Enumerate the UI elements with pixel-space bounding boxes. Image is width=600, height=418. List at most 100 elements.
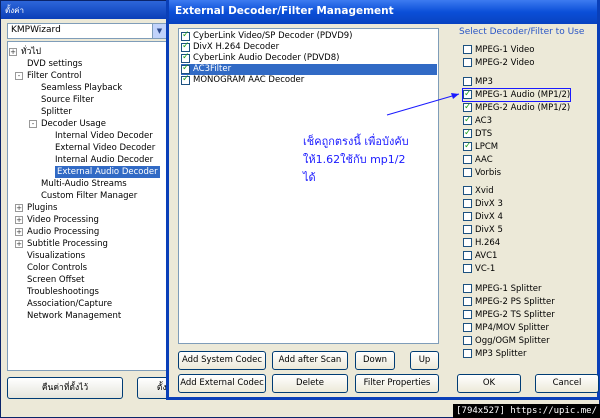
decoder-option[interactable]: MP3 Splitter (463, 348, 526, 360)
filter-row[interactable]: CyberLink Video/SP Decoder (PDVD9) (181, 30, 437, 42)
preset-combo[interactable]: KMPWizard ▼ (7, 23, 167, 39)
decoder-option-checkbox[interactable] (463, 45, 472, 54)
filter-row[interactable]: DivX H.264 Decoder (181, 41, 437, 53)
tree-item[interactable]: Internal Video Decoder (55, 130, 153, 142)
decoder-option-checkbox[interactable] (463, 77, 472, 86)
decoder-option[interactable]: Xvid (463, 185, 494, 197)
decoder-option[interactable]: MPEG-2 PS Splitter (463, 296, 555, 308)
tree-item[interactable]: Video Processing (27, 214, 99, 226)
tree-item[interactable]: Splitter (41, 106, 72, 118)
filter-checkbox[interactable] (181, 52, 190, 63)
collapse-icon[interactable]: - (29, 120, 37, 128)
filter-list[interactable]: เช็คถูกตรงนี้ เพื่อบังคับ ให้1.62ใช้กับ … (178, 28, 439, 344)
tree-item[interactable]: Troubleshootings (27, 286, 99, 298)
decoder-option[interactable]: LPCM (463, 140, 498, 153)
decoder-option-checkbox[interactable] (463, 88, 472, 100)
tree-item[interactable]: Multi-Audio Streams (41, 178, 127, 190)
decoder-option[interactable]: AC3 (463, 114, 492, 127)
filter-row[interactable]: MONOGRAM AAC Decoder (181, 74, 437, 86)
decoder-option-checkbox[interactable] (463, 251, 472, 260)
decoder-option[interactable]: MP3 (463, 76, 493, 88)
filter-properties-button[interactable]: Filter Properties (355, 374, 439, 393)
decoder-option[interactable]: DTS (463, 127, 492, 140)
cancel-button[interactable]: Cancel (535, 374, 599, 393)
filter-checkbox[interactable] (181, 41, 190, 52)
decoder-option-checkbox[interactable] (463, 155, 472, 164)
reset-defaults-button[interactable]: คืนค่าที่ตั้งไว้ (7, 377, 123, 399)
add-system-codec-button[interactable]: Add System Codec (178, 351, 266, 370)
expand-icon[interactable]: + (15, 240, 23, 248)
decoder-option-checkbox[interactable] (463, 199, 472, 208)
decoder-option-checkbox[interactable] (463, 127, 472, 139)
decoder-option-checkbox[interactable] (463, 212, 472, 221)
add-external-codec-button[interactable]: Add External Codec (178, 374, 266, 393)
decoder-option[interactable]: MPEG-2 TS Splitter (463, 309, 555, 321)
expand-icon[interactable]: + (15, 216, 23, 224)
filter-checkbox[interactable] (181, 74, 190, 85)
decoder-option[interactable]: VC-1 (463, 263, 495, 275)
filter-checkbox[interactable] (181, 30, 190, 41)
decoder-option[interactable]: Ogg/OGM Splitter (463, 335, 550, 347)
decoder-option[interactable]: DivX 3 (463, 198, 503, 210)
decoder-option[interactable]: DivX 4 (463, 211, 503, 223)
expand-icon[interactable]: + (9, 48, 17, 56)
tree-item[interactable]: Decoder Usage (41, 118, 106, 130)
tree-item[interactable]: Screen Offset (27, 274, 84, 286)
filter-checkbox[interactable] (181, 63, 190, 74)
decoder-option[interactable]: MPEG-1 Splitter (463, 283, 542, 295)
decoder-option-checkbox[interactable] (463, 225, 472, 234)
decoder-option-checkbox[interactable] (463, 284, 472, 293)
decoder-option-checkbox[interactable] (463, 114, 472, 126)
ok-button[interactable]: OK (457, 374, 521, 393)
decoder-option-checkbox[interactable] (463, 140, 472, 152)
filter-row[interactable]: CyberLink Audio Decoder (PDVD8) (181, 52, 437, 64)
filter-row[interactable]: AC3Filter (181, 63, 437, 75)
decoder-option-checkbox[interactable] (463, 297, 472, 306)
chevron-down-icon[interactable]: ▼ (152, 24, 166, 38)
tree-item[interactable]: DVD settings (27, 58, 82, 70)
decoder-option[interactable]: Vorbis (463, 167, 501, 179)
expand-icon[interactable]: + (15, 204, 23, 212)
tree-item[interactable]: External Video Decoder (55, 142, 155, 154)
decoder-option-checkbox[interactable] (463, 336, 472, 345)
decoder-option[interactable]: MPEG-2 Video (463, 57, 534, 69)
expand-icon[interactable]: + (15, 228, 23, 236)
tree-item[interactable]: External Audio Decoder (55, 166, 160, 178)
collapse-icon[interactable]: - (15, 72, 23, 80)
decoder-option-checkbox[interactable] (463, 101, 472, 113)
tree-item[interactable]: Color Controls (27, 262, 87, 274)
tree-item[interactable]: ทั่วไป (21, 46, 41, 58)
tree-item[interactable]: Seamless Playback (41, 82, 122, 94)
tree-item[interactable]: Network Management (27, 310, 121, 322)
decoder-option[interactable]: MPEG-1 Audio (MP1/2) (461, 88, 572, 102)
add-after-scan-button[interactable]: Add after Scan (272, 351, 348, 370)
decoder-option-checkbox[interactable] (463, 310, 472, 319)
decoder-option[interactable]: MP4/MOV Splitter (463, 322, 549, 334)
settings-tree[interactable]: + ทั่วไป DVD settings - Filter Control Seamle… (7, 41, 167, 371)
decoder-option[interactable]: AAC (463, 154, 493, 166)
down-button[interactable]: Down (355, 351, 395, 370)
delete-button[interactable]: Delete (272, 374, 348, 393)
decoder-option-checkbox[interactable] (463, 349, 472, 358)
tree-item[interactable]: Filter Control (27, 70, 81, 82)
decoder-option-checkbox[interactable] (463, 264, 472, 273)
decoder-option-checkbox[interactable] (463, 323, 472, 332)
up-button[interactable]: Up (410, 351, 439, 370)
tree-item[interactable]: Subtitle Processing (27, 238, 108, 250)
tree-item[interactable]: Custom Filter Manager (41, 190, 137, 202)
decoder-option[interactable]: MPEG-2 Audio (MP1/2) (463, 101, 570, 114)
decoder-option-checkbox[interactable] (463, 168, 472, 177)
tree-item[interactable]: Visualizations (27, 250, 85, 262)
tree-item[interactable]: Association/Capture (27, 298, 112, 310)
decoder-option-checkbox[interactable] (463, 58, 472, 67)
decoder-option[interactable]: AVC1 (463, 250, 497, 262)
decoder-option[interactable]: H.264 (463, 237, 500, 249)
tree-item[interactable]: Plugins (27, 202, 57, 214)
decoder-option[interactable]: MPEG-1 Video (463, 44, 534, 56)
decoder-option-checkbox[interactable] (463, 238, 472, 247)
tree-item[interactable]: Internal Audio Decoder (55, 154, 153, 166)
tree-item[interactable]: Audio Processing (27, 226, 99, 238)
decoder-option-checkbox[interactable] (463, 186, 472, 195)
decoder-option[interactable]: DivX 5 (463, 224, 503, 236)
tree-item[interactable]: Source Filter (41, 94, 94, 106)
